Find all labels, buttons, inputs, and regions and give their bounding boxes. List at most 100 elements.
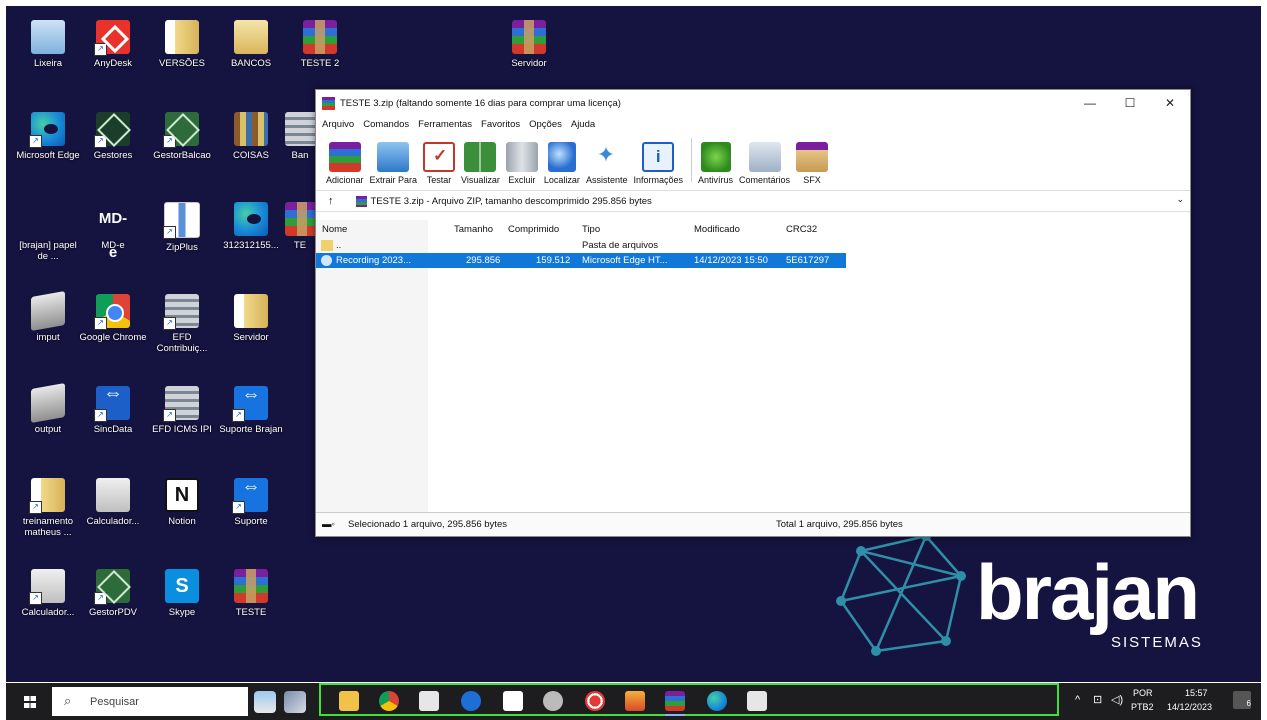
desktop-icon-gestorpdv[interactable]: ↗ GestorPDV — [78, 563, 148, 645]
wizard-button[interactable]: Assistente — [586, 142, 628, 190]
column-comprimido[interactable]: Comprimido — [508, 224, 559, 235]
snipping-tool-icon[interactable] — [747, 691, 767, 711]
desktop-icon-servidor-top[interactable]: Servidor — [494, 14, 564, 96]
desktop-icon-calculadora-2[interactable]: ↗ Calculador... — [13, 563, 83, 645]
shortcut-arrow-icon: ↗ — [94, 592, 107, 605]
menu-opcoes[interactable]: Opções — [529, 119, 562, 130]
desktop-icon-anydesk[interactable]: ↗ AnyDesk — [78, 14, 148, 96]
desktop-icon-output[interactable]: output — [13, 380, 83, 462]
desktop-icon-treinamento[interactable]: ↗ treinamento matheus ... — [13, 472, 83, 554]
antivirus-button[interactable]: Antivírus — [698, 142, 733, 190]
search-box[interactable]: ⌕ Pesquisar — [52, 687, 248, 716]
chevron-down-icon[interactable]: ⌄ — [1176, 194, 1184, 205]
desktop-icon-suporte[interactable]: ↗ Suporte — [216, 472, 286, 554]
teamviewer-icon: ↗ — [232, 386, 268, 422]
desktop-icon-notion[interactable]: N Notion — [147, 472, 217, 554]
desktop-icon-teste2[interactable]: TESTE 2 — [285, 14, 355, 96]
desktop-icon-bancos[interactable]: BANCOS — [216, 14, 286, 96]
calculator-icon[interactable] — [419, 691, 439, 711]
brand-subtitle: SISTEMAS — [1111, 634, 1203, 651]
table-row[interactable]: .. Pasta de arquivos — [316, 238, 846, 253]
language-primary[interactable]: POR — [1133, 688, 1153, 698]
add-archive-icon — [328, 142, 361, 172]
maximize-button[interactable]: ☐ — [1110, 90, 1150, 116]
add-button[interactable]: Adicionar — [326, 142, 364, 190]
record-icon[interactable] — [585, 691, 605, 711]
app-icon[interactable] — [625, 691, 645, 711]
desktop-icon-mde[interactable]: MD-e MD-e — [78, 196, 148, 278]
view-button[interactable]: Visualizar — [461, 142, 500, 190]
taskbar-extra-app-icon[interactable] — [254, 691, 276, 713]
comments-button[interactable]: Comentários — [739, 142, 790, 190]
winrar-window[interactable]: TESTE 3.zip (faltando somente 16 dias pa… — [315, 89, 1191, 537]
windows-start-icon[interactable] — [24, 696, 36, 708]
search-placeholder: Pesquisar — [90, 696, 139, 708]
language-secondary[interactable]: PTB2 — [1131, 702, 1154, 712]
extract-to-button[interactable]: Extrair Para — [370, 142, 417, 190]
winrar-archive-icon — [234, 569, 268, 603]
desktop-icon-sincdata[interactable]: ↗ SincData — [78, 380, 148, 462]
column-modificado[interactable]: Modificado — [694, 224, 740, 235]
tray-chevron-icon[interactable]: ^ — [1075, 694, 1080, 706]
network-icon[interactable]: ⊡ — [1093, 693, 1102, 706]
column-nome[interactable]: Nome — [322, 224, 347, 235]
desktop-icon-papel-de-parede[interactable]: [brajan] papel de ... — [13, 196, 83, 278]
chrome-icon[interactable] — [379, 691, 399, 711]
desktop-icon-chrome[interactable]: ↗ Google Chrome — [78, 288, 148, 370]
delete-button[interactable]: Excluir — [505, 142, 538, 190]
desktop-icon-gestorbalcao[interactable]: ↗ GestorBalcao — [147, 106, 217, 188]
minimize-button[interactable]: — — [1070, 90, 1110, 116]
menu-ajuda[interactable]: Ajuda — [571, 119, 595, 130]
test-button[interactable]: Testar — [423, 142, 456, 190]
find-button[interactable]: Localizar — [544, 142, 580, 190]
books-icon — [234, 112, 268, 146]
desktop-icon-312312155[interactable]: 312312155... — [216, 196, 286, 278]
clock-time[interactable]: 15:57 — [1185, 688, 1208, 698]
desktop-icon-gestores[interactable]: ↗ Gestores — [78, 106, 148, 188]
desktop-icon-imput[interactable]: imput — [13, 288, 83, 370]
desktop-icon-ban[interactable]: Ban — [285, 106, 315, 188]
gear-icon[interactable] — [543, 691, 563, 711]
desktop-icon-calculadora[interactable]: Calculador... — [78, 472, 148, 554]
file-explorer-icon[interactable] — [339, 691, 359, 711]
table-row[interactable]: Recording 2023... 295.856 159.512 Micros… — [316, 253, 846, 268]
notion-icon[interactable] — [503, 691, 523, 711]
desktop-icon-efd-contribuicoes[interactable]: ↗ EFD Contribuiç... — [147, 288, 217, 370]
menu-comandos[interactable]: Comandos — [363, 119, 409, 130]
clock-date[interactable]: 14/12/2023 — [1167, 702, 1212, 712]
desktop-icon-efd-icms-ipi[interactable]: ↗ EFD ICMS IPI — [147, 380, 217, 462]
column-tamanho[interactable]: Tamanho — [454, 224, 493, 235]
winrar-icon[interactable] — [665, 691, 685, 716]
notifications-icon[interactable]: 6 — [1233, 691, 1251, 709]
desktop-icon-teste[interactable]: TESTE — [216, 563, 286, 645]
menu-favoritos[interactable]: Favoritos — [481, 119, 520, 130]
address-bar[interactable]: ↑ TESTE 3.zip - Arquivo ZIP, tamanho des… — [316, 191, 1190, 212]
menu-arquivo[interactable]: Arquivo — [322, 119, 354, 130]
column-tipo[interactable]: Tipo — [582, 224, 600, 235]
desktop-icon-skype[interactable]: S Skype — [147, 563, 217, 645]
desktop-icon-edge[interactable]: ↗ Microsoft Edge — [13, 106, 83, 188]
info-button[interactable]: Informações — [633, 142, 683, 190]
desktop-icon-lixeira[interactable]: Lixeira — [13, 14, 83, 96]
shortcut-arrow-icon: ↗ — [94, 317, 107, 330]
close-button[interactable]: ✕ — [1150, 90, 1190, 116]
column-crc32[interactable]: CRC32 — [786, 224, 817, 235]
desktop-icon-servidor[interactable]: Servidor — [216, 288, 286, 370]
up-arrow-icon[interactable]: ↑ — [328, 195, 334, 207]
window-titlebar[interactable]: TESTE 3.zip (faltando somente 16 dias pa… — [316, 90, 1190, 116]
taskbar-extra-app-icon[interactable] — [284, 691, 306, 713]
browser-icon[interactable] — [461, 691, 481, 711]
file-list[interactable]: Nome Tamanho Comprimido Tipo Modificado … — [316, 220, 1190, 513]
edge-icon[interactable] — [707, 691, 727, 711]
sfx-button[interactable]: SFX — [796, 142, 829, 190]
menu-ferramentas[interactable]: Ferramentas — [418, 119, 472, 130]
volume-icon[interactable]: ◁) — [1111, 693, 1123, 706]
desktop-icon-versoes[interactable]: VERSÕES — [147, 14, 217, 96]
archive-icon — [355, 195, 367, 207]
desktop-icon-suporte-brajan[interactable]: ↗ Suporte Brajan — [216, 380, 286, 462]
skype-icon: S — [165, 569, 199, 603]
desktop-icon-te[interactable]: TE — [285, 196, 315, 278]
shortcut-arrow-icon: ↗ — [29, 135, 42, 148]
desktop-icon-coisas[interactable]: COISAS — [216, 106, 286, 188]
desktop-icon-zipplus[interactable]: ↗ ZipPlus — [147, 196, 217, 278]
